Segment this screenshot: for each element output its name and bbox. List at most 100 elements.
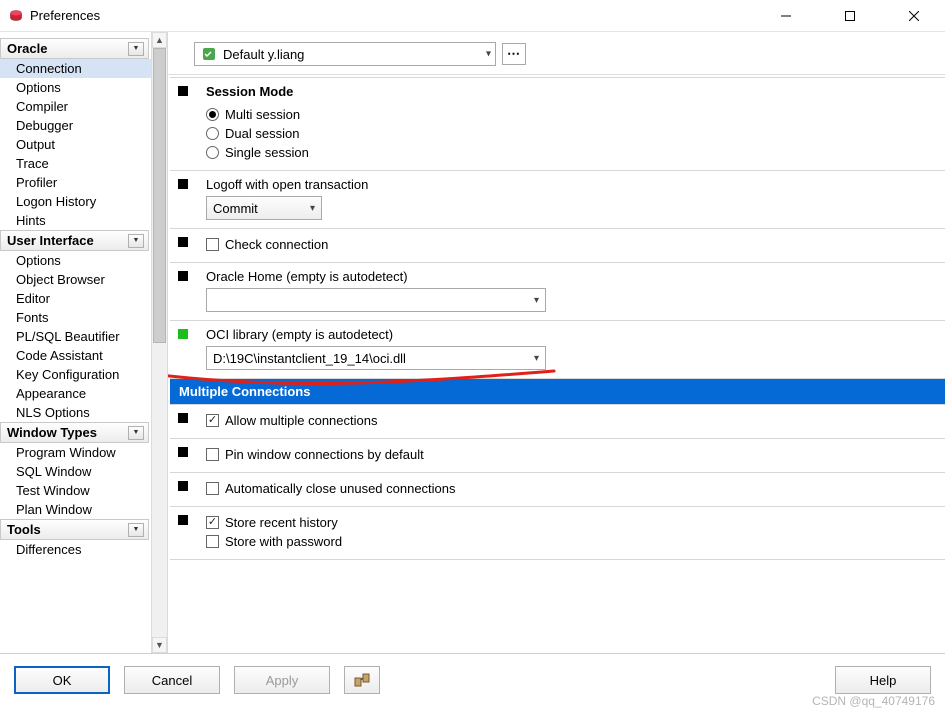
tree-item-plsql-beautifier[interactable]: PL/SQL Beautifier	[0, 327, 151, 346]
button-label: Help	[870, 673, 897, 688]
tree-item-key-configuration[interactable]: Key Configuration	[0, 365, 151, 384]
ok-button[interactable]: OK	[14, 666, 110, 694]
tree-item-profiler[interactable]: Profiler	[0, 173, 151, 192]
tree-item-object-browser[interactable]: Object Browser	[0, 270, 151, 289]
tree-item-options[interactable]: Options	[0, 78, 151, 97]
tree-item-nls-options[interactable]: NLS Options	[0, 403, 151, 422]
checkbox-label: Allow multiple connections	[225, 413, 377, 428]
group-marker-icon	[178, 86, 188, 96]
chevron-down-icon: ▾	[534, 353, 539, 364]
tree-item-label: Fonts	[16, 310, 49, 325]
tree-item-code-assistant[interactable]: Code Assistant	[0, 346, 151, 365]
tree-item-label: NLS Options	[16, 405, 90, 420]
check-connection-checkbox[interactable]: Check connection	[206, 235, 937, 254]
tree-item-label: Debugger	[16, 118, 73, 133]
profile-select[interactable]: Default y.liang ▾	[194, 42, 496, 66]
window-close-button[interactable]	[891, 1, 937, 31]
tree-item-program-window[interactable]: Program Window	[0, 443, 151, 462]
multiple-connections-heading: Multiple Connections	[170, 379, 945, 404]
oci-library-combo[interactable]: D:\19C\instantclient_19_14\oci.dll ▾	[206, 346, 546, 370]
group-marker-icon	[178, 237, 188, 247]
scroll-track[interactable]	[152, 48, 167, 637]
tree-item-label: Hints	[16, 213, 46, 228]
pin-window-checkbox[interactable]: Pin window connections by default	[206, 445, 937, 464]
tree-item-ui-options[interactable]: Options	[0, 251, 151, 270]
window-title: Preferences	[30, 8, 100, 23]
oracle-home-label: Oracle Home (empty is autodetect)	[206, 269, 937, 284]
checkbox-label: Check connection	[225, 237, 328, 252]
combo-value: Commit	[213, 201, 258, 216]
tree-item-debugger[interactable]: Debugger	[0, 116, 151, 135]
tree-item-label: Compiler	[16, 99, 68, 114]
group-allow-multiple: Allow multiple connections	[170, 404, 945, 439]
tree-item-hints[interactable]: Hints	[0, 211, 151, 230]
profile-selected-label: Default y.liang	[223, 47, 304, 62]
radio-dual-session[interactable]: Dual session	[206, 124, 937, 143]
store-recent-checkbox[interactable]: Store recent history	[206, 513, 937, 532]
scroll-up-icon[interactable]: ▲	[152, 32, 167, 48]
tree-item-logon-history[interactable]: Logon History	[0, 192, 151, 211]
tree-item-editor[interactable]: Editor	[0, 289, 151, 308]
button-label: Cancel	[152, 673, 192, 688]
tree-item-label: Trace	[16, 156, 49, 171]
tree-item-connection[interactable]: Connection	[0, 59, 151, 78]
group-marker-icon	[178, 413, 188, 423]
store-password-checkbox[interactable]: Store with password	[206, 532, 937, 551]
collapse-toggle-icon[interactable]: ▼	[128, 523, 144, 537]
tree-item-output[interactable]: Output	[0, 135, 151, 154]
auto-close-checkbox[interactable]: Automatically close unused connections	[206, 479, 937, 498]
group-marker-icon	[178, 515, 188, 525]
oci-library-label: OCI library (empty is autodetect)	[206, 327, 937, 342]
tree-item-sql-window[interactable]: SQL Window	[0, 462, 151, 481]
collapse-toggle-icon[interactable]: ▼	[128, 426, 144, 440]
tree-section-user-interface[interactable]: User Interface ▼	[0, 230, 149, 251]
logoff-select[interactable]: Commit ▾	[206, 196, 322, 220]
oracle-home-combo[interactable]: ▾	[206, 288, 546, 312]
apply-button[interactable]: Apply	[234, 666, 330, 694]
checkbox-icon	[206, 482, 219, 495]
combo-value: D:\19C\instantclient_19_14\oci.dll	[213, 351, 406, 366]
checkbox-icon	[206, 535, 219, 548]
checkbox-label: Store recent history	[225, 515, 338, 530]
tree-item-trace[interactable]: Trace	[0, 154, 151, 173]
tree-item-label: Options	[16, 253, 61, 268]
tree-item-plan-window[interactable]: Plan Window	[0, 500, 151, 519]
radio-icon	[206, 146, 219, 159]
chevron-down-icon: ▾	[486, 49, 491, 60]
tree-item-appearance[interactable]: Appearance	[0, 384, 151, 403]
window-maximize-button[interactable]	[827, 1, 873, 31]
tree-item-label: Connection	[16, 61, 82, 76]
tree-item-test-window[interactable]: Test Window	[0, 481, 151, 500]
scroll-down-icon[interactable]: ▼	[152, 637, 167, 653]
tree-section-oracle[interactable]: Oracle ▼	[0, 38, 149, 59]
collapse-toggle-icon[interactable]: ▼	[128, 234, 144, 248]
profile-selector-row: Default y.liang ▾ ⋯	[168, 32, 945, 75]
window-titlebar: Preferences	[0, 0, 945, 32]
export-import-button[interactable]	[344, 666, 380, 694]
tree-item-differences[interactable]: Differences	[0, 540, 151, 559]
radio-single-session[interactable]: Single session	[206, 143, 937, 162]
help-button[interactable]: Help	[835, 666, 931, 694]
tree-section-label: User Interface	[7, 233, 94, 248]
tree-item-label: Differences	[16, 542, 82, 557]
sidebar-scrollbar[interactable]: ▲ ▼	[151, 32, 167, 653]
collapse-toggle-icon[interactable]: ▼	[128, 42, 144, 56]
tree-item-label: Key Configuration	[16, 367, 119, 382]
scroll-thumb[interactable]	[153, 48, 166, 343]
tree-item-label: Object Browser	[16, 272, 105, 287]
tree-section-window-types[interactable]: Window Types ▼	[0, 422, 149, 443]
tree-item-compiler[interactable]: Compiler	[0, 97, 151, 116]
allow-multiple-checkbox[interactable]: Allow multiple connections	[206, 411, 937, 430]
profile-more-button[interactable]: ⋯	[502, 43, 526, 65]
window-minimize-button[interactable]	[763, 1, 809, 31]
radio-label: Dual session	[225, 126, 299, 141]
tree-item-fonts[interactable]: Fonts	[0, 308, 151, 327]
group-oci-library: OCI library (empty is autodetect) D:\19C…	[170, 321, 945, 379]
group-marker-icon	[178, 179, 188, 189]
tree-section-tools[interactable]: Tools ▼	[0, 519, 149, 540]
cancel-button[interactable]: Cancel	[124, 666, 220, 694]
checkbox-label: Pin window connections by default	[225, 447, 424, 462]
radio-multi-session[interactable]: Multi session	[206, 105, 937, 124]
tree-item-label: Program Window	[16, 445, 116, 460]
radio-icon	[206, 127, 219, 140]
